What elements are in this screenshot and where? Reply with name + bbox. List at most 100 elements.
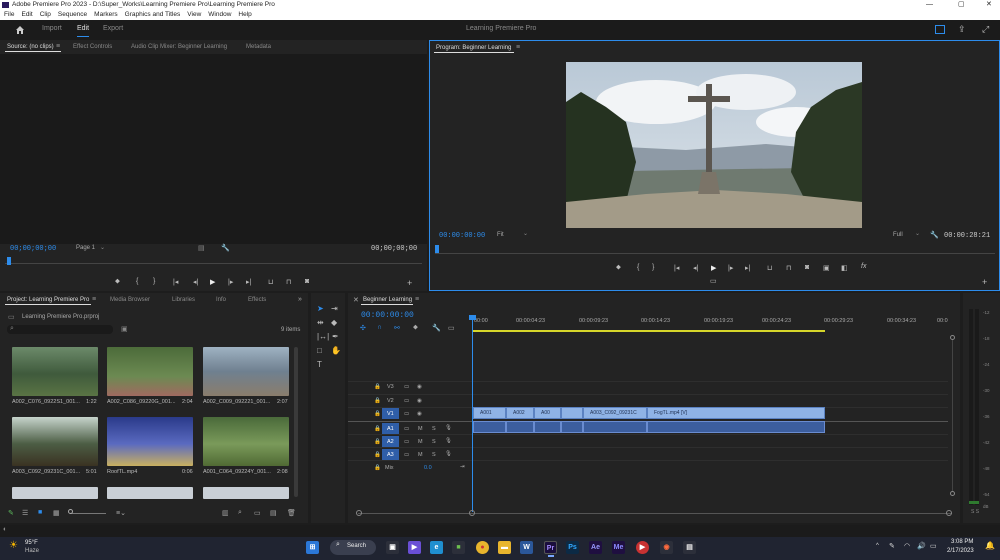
tab-metadata[interactable]: Metadata [246, 44, 271, 50]
audio-clip[interactable] [561, 421, 583, 433]
menu-help[interactable]: Help [238, 10, 251, 20]
wifi-icon[interactable]: ◠ [904, 542, 910, 550]
camera-icon[interactable]: ◙ [305, 278, 309, 285]
automate-icon[interactable]: ▥ [222, 509, 229, 517]
panel-menu-icon[interactable]: ≡ [516, 44, 520, 51]
track-select-icon[interactable]: ⇥ [331, 304, 338, 313]
source-timecode[interactable]: 00;00;00;00 [10, 245, 56, 253]
pen-tool-icon[interactable]: ✒ [332, 332, 339, 341]
sync-icon[interactable]: ▭ [404, 398, 409, 404]
thumbnail-3[interactable] [12, 417, 98, 466]
microphone-icon[interactable]: 🎙 [445, 425, 452, 431]
vr-video-icon[interactable]: ▭ [710, 277, 717, 285]
mark-in-icon[interactable]: { [136, 278, 138, 285]
tab-import[interactable]: Import [42, 25, 62, 32]
timeline-settings-icon[interactable]: 🔧 [432, 324, 441, 332]
mix-end-icon[interactable]: ⇥ [460, 464, 465, 470]
add-marker-icon[interactable]: ⬥ [616, 264, 621, 272]
notification-icon[interactable]: 🔔 [985, 541, 995, 550]
work-area-bar[interactable] [472, 330, 825, 332]
eye-icon[interactable]: ◉ [417, 384, 422, 390]
add-button-icon[interactable]: + [407, 278, 412, 288]
hand-tool-icon[interactable]: ✋ [331, 346, 341, 355]
horizontal-scrollbar[interactable] [358, 513, 952, 514]
weather-temp[interactable]: 95°F [25, 540, 38, 546]
audio-clip[interactable] [534, 421, 561, 433]
panel-menu-icon[interactable]: ≡ [92, 296, 96, 303]
menu-view[interactable]: View [187, 10, 201, 20]
panel-menu-icon[interactable]: ≡ [415, 296, 419, 303]
tab-effects[interactable]: Effects [248, 297, 266, 303]
timeline-ruler[interactable]: 00:00 00:00:04:23 00:00:09:23 00:00:14:2… [472, 316, 950, 332]
add-marker-icon[interactable]: ⬥ [115, 278, 120, 286]
nest-toggle-icon[interactable]: ✣ [360, 324, 366, 332]
source-ruler[interactable] [5, 263, 422, 268]
pen-tray-icon[interactable]: ✎ [889, 542, 895, 550]
icon-view-icon[interactable]: ■ [38, 509, 42, 516]
snap-icon[interactable]: ∩ [377, 324, 382, 331]
recorder-icon[interactable]: ◉ [660, 541, 673, 554]
tray-chevron-icon[interactable]: ^ [876, 543, 879, 549]
wrench-icon[interactable]: 🔧 [221, 244, 230, 252]
video-clip[interactable]: A00 [534, 407, 561, 419]
extract-icon[interactable]: ⊓ [786, 264, 791, 272]
slip-tool-icon[interactable]: |↔| [317, 332, 329, 341]
play-icon[interactable]: ▶ [711, 264, 716, 272]
scroll-start-handle[interactable] [356, 510, 362, 516]
playhead-handle[interactable] [469, 315, 476, 320]
wrench-icon[interactable]: 🔧 [930, 231, 939, 239]
mute-button[interactable]: M [418, 439, 423, 445]
quality-select[interactable]: Full [893, 232, 903, 238]
new-item-icon[interactable]: ▤ [270, 509, 277, 517]
lock-icon[interactable]: 🔒 [374, 411, 381, 417]
mark-out-icon[interactable]: } [652, 264, 654, 271]
program-video-frame[interactable] [566, 62, 862, 228]
solo-buttons[interactable]: S S [971, 509, 979, 515]
battery-icon[interactable]: ▭ [930, 542, 937, 550]
go-to-in-icon[interactable]: |◂ [173, 278, 178, 286]
sync-icon[interactable]: ▭ [404, 384, 409, 390]
source-playhead[interactable] [7, 257, 11, 265]
overwrite-icon[interactable]: ⊓ [286, 278, 291, 286]
tab-libraries[interactable]: Libraries [172, 297, 195, 303]
chat-icon[interactable]: ▶ [408, 541, 421, 554]
razor-tool-icon[interactable]: ◆ [331, 318, 337, 327]
windows-start-icon[interactable]: ⊞ [306, 541, 319, 554]
menu-window[interactable]: Window [208, 10, 231, 20]
tab-info[interactable]: Info [216, 297, 226, 303]
trash-icon[interactable]: 🗑 [287, 509, 296, 517]
after-effects-icon[interactable]: Ae [589, 541, 602, 554]
home-icon[interactable] [15, 25, 25, 35]
menu-file[interactable]: File [4, 10, 14, 20]
freeform-view-icon[interactable]: ▦ [53, 509, 60, 517]
solo-button[interactable]: S [432, 439, 436, 445]
volume-icon[interactable]: 🔊 [917, 542, 926, 550]
mark-in-icon[interactable]: { [637, 264, 639, 271]
sync-icon[interactable]: ▭ [404, 452, 409, 458]
menu-sequence[interactable]: Sequence [58, 10, 87, 20]
clock-time[interactable]: 3:08 PM [951, 539, 973, 545]
tab-sequence[interactable]: Beginner Learning [363, 297, 412, 303]
step-forward-icon[interactable]: |▸ [728, 264, 733, 272]
mute-button[interactable]: M [418, 426, 423, 432]
vertical-scrollbar[interactable] [952, 340, 953, 491]
file-explorer-icon[interactable]: ▬ [498, 541, 511, 554]
share-icon[interactable]: ⇪ [958, 24, 966, 35]
new-bin-icon[interactable]: ▭ [254, 509, 261, 517]
scroll-mid-handle[interactable] [469, 510, 475, 516]
ripple-edit-icon[interactable]: ⇹ [317, 318, 324, 327]
eye-icon[interactable]: ◉ [417, 398, 422, 404]
scroll-end-handle[interactable] [946, 510, 952, 516]
tab-effect-controls[interactable]: Effect Controls [73, 44, 112, 50]
edge-icon[interactable]: e [430, 541, 443, 554]
timeline-playhead[interactable] [472, 316, 473, 512]
project-scrollbar[interactable] [294, 347, 298, 497]
step-back-icon[interactable]: ◂| [193, 278, 198, 286]
program-ruler[interactable] [435, 253, 995, 258]
lock-icon[interactable]: 🔒 [374, 439, 381, 445]
lock-icon[interactable]: 🔒 [374, 384, 381, 390]
minimize-button[interactable]: — [926, 0, 933, 10]
close-button[interactable]: ✕ [986, 0, 992, 10]
red-app-icon[interactable]: ▶ [636, 541, 649, 554]
video-clip[interactable]: A002 [506, 407, 534, 419]
